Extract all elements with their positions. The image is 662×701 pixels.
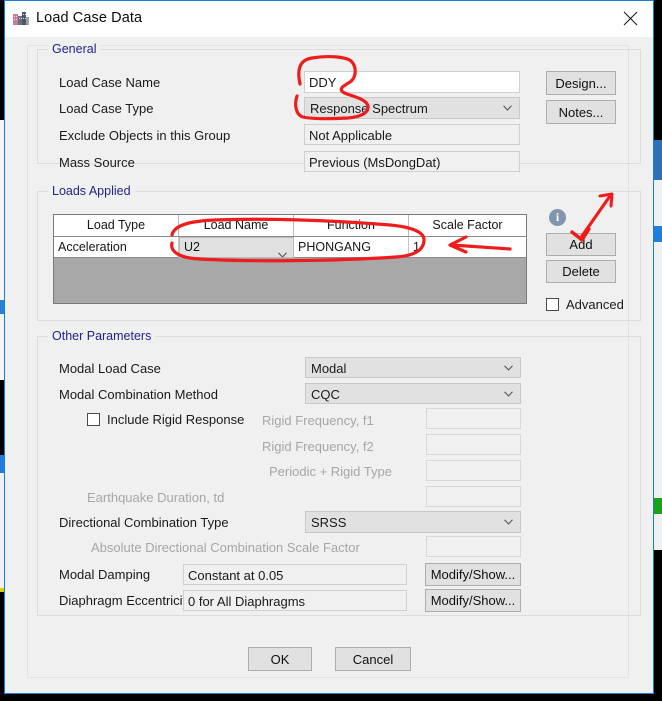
load-case-data-dialog: Load Case Data General Load Case Name DD… [4,0,654,694]
chevron-down-icon [504,519,513,525]
loads-applied-group-title: Loads Applied [48,184,135,198]
modal-damping-value: Constant at 0.05 [183,564,407,585]
include-rigid-response-checkbox[interactable]: Include Rigid Response [87,412,244,427]
exclude-objects-value: Not Applicable [304,124,520,145]
building-icon [13,11,29,27]
directional-combination-type-value: SRSS [311,515,347,530]
other-parameters-group-title: Other Parameters [48,329,156,343]
chevron-down-icon [504,390,513,397]
close-icon[interactable] [607,1,653,35]
cell-function: PHONGANG [294,237,409,257]
modal-damping-modify-button[interactable]: Modify/Show... [425,563,521,586]
column-header-load-type: Load Type [54,215,179,236]
absolute-directional-scale-input [426,536,521,557]
column-header-function: Function [294,215,409,236]
label-diaphragm-eccentricity: Diaphragm Eccentricity [59,593,193,608]
label-modal-damping: Modal Damping [59,567,151,582]
label-rigid-frequency-f1: Rigid Frequency, f1 [262,413,374,428]
chevron-down-icon [503,105,512,111]
ok-button[interactable]: OK [248,647,312,671]
cell-load-name-value: U2 [184,240,200,254]
cell-load-name-select[interactable]: U2 [179,237,294,258]
window-title: Load Case Data [36,10,143,26]
cancel-button[interactable]: Cancel [335,647,411,671]
info-icon: i [549,209,566,226]
load-case-name-input[interactable]: DDY [304,71,520,93]
rigid-frequency-f2-input [426,434,521,455]
column-header-scale-factor: Scale Factor [432,218,503,232]
advanced-checkbox[interactable]: Advanced [546,297,624,312]
advanced-checkbox-label: Advanced [566,297,624,312]
add-button[interactable]: Add [546,233,616,256]
general-group-title: General [48,42,101,56]
delete-button[interactable]: Delete [546,260,616,283]
column-header-load-name: Load Name [179,215,294,236]
periodic-rigid-type-input [426,460,521,481]
mass-source-value: Previous (MsDongDat) [304,151,520,172]
modal-combination-method-select[interactable]: CQC [305,383,521,404]
cell-scale-factor: 1 [413,240,420,254]
label-absolute-directional-scale-factor: Absolute Directional Combination Scale F… [91,540,360,555]
rigid-frequency-f1-input [426,408,521,429]
modal-load-case-select[interactable]: Modal [305,357,521,378]
diaphragm-eccentricity-value: 0 for All Diaphragms [183,590,407,611]
label-load-case-type: Load Case Type [59,101,154,116]
chevron-down-icon [504,364,513,371]
chevron-down-icon [278,245,287,257]
label-mass-source: Mass Source [59,155,135,170]
checkbox-box [546,298,559,311]
earthquake-duration-input [426,486,521,507]
load-case-type-select[interactable]: Response Spectrum [304,97,520,119]
table-row[interactable]: Acceleration U2 PHONGANG 1 [54,237,526,258]
checkbox-box [87,413,100,426]
label-exclude-objects: Exclude Objects in this Group [59,128,231,143]
title-bar: Load Case Data [5,1,653,38]
label-directional-combination-type: Directional Combination Type [59,515,229,530]
label-load-case-name: Load Case Name [59,75,161,90]
label-earthquake-duration: Earthquake Duration, td [87,490,225,505]
loads-applied-table[interactable]: Load Type Load Name Function Scale Facto… [53,214,527,304]
diaphragm-eccentricity-modify-button[interactable]: Modify/Show... [425,589,521,612]
screen: Load Case Data General Load Case Name DD… [0,0,662,701]
modal-load-case-value: Modal [311,361,347,376]
design-button[interactable]: Design... [546,71,616,95]
label-periodic-rigid-type: Periodic + Rigid Type [269,464,392,479]
load-case-type-value: Response Spectrum [310,101,428,116]
include-rigid-response-label: Include Rigid Response [107,412,245,427]
label-rigid-frequency-f2: Rigid Frequency, f2 [262,439,374,454]
modal-combination-method-value: CQC [311,387,340,402]
table-header-row: Load Type Load Name Function Scale Facto… [54,215,526,237]
cell-load-type: Acceleration [54,237,179,257]
label-modal-load-case: Modal Load Case [59,361,161,376]
notes-button[interactable]: Notes... [546,100,616,124]
directional-combination-type-select[interactable]: SRSS [305,511,521,533]
label-modal-combination-method: Modal Combination Method [59,387,218,402]
